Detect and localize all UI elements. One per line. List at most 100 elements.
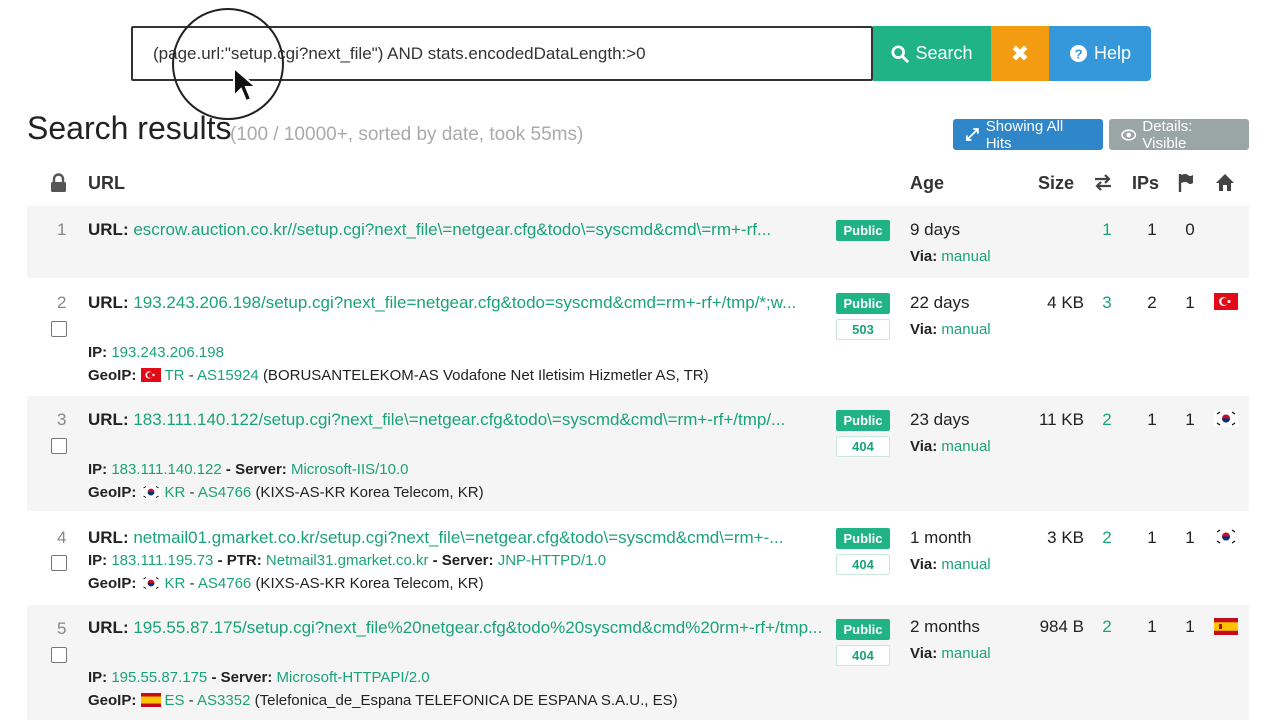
- server-link[interactable]: Microsoft-IIS/10.0: [291, 461, 409, 478]
- ip-link[interactable]: 195.55.87.175: [111, 669, 207, 686]
- via-label: Via:: [910, 645, 938, 662]
- url-link[interactable]: 193.243.206.198/setup.cgi?next_file=netg…: [133, 293, 796, 312]
- result-url[interactable]: URL: 193.243.206.198/setup.cgi?next_file…: [88, 289, 833, 316]
- geoip-label: GeoIP:: [88, 692, 137, 709]
- asn-link[interactable]: AS3352: [197, 692, 250, 709]
- showing-all-hits-button[interactable]: Showing All Hits: [953, 117, 1103, 152]
- via-link[interactable]: manual: [941, 556, 990, 573]
- server-label: - Server:: [211, 669, 273, 686]
- row-checkbox[interactable]: [51, 321, 67, 337]
- showing-all-hits-label: Showing All Hits: [985, 117, 1064, 152]
- asn-link[interactable]: AS4766: [198, 575, 251, 592]
- column-age[interactable]: Age: [910, 173, 944, 194]
- row-via: Via: manual: [910, 321, 991, 338]
- country-link[interactable]: KR: [165, 575, 186, 592]
- row-index: 5: [57, 619, 67, 638]
- separator: -: [188, 367, 194, 384]
- ptr-link[interactable]: Netmail31.gmarket.co.kr: [266, 552, 429, 569]
- close-icon: ✖: [1010, 40, 1030, 66]
- search-icon: [891, 44, 910, 63]
- table-row[interactable]: 5 URL: 195.55.87.175/setup.cgi?next_file…: [27, 605, 1249, 720]
- ip-label: IP:: [88, 552, 108, 569]
- country-link[interactable]: ES: [165, 692, 185, 709]
- row-requests[interactable]: 2: [1097, 410, 1117, 430]
- help-button[interactable]: ? Help: [1049, 26, 1151, 81]
- row-checkbox[interactable]: [51, 647, 67, 663]
- server-label: - Server:: [225, 461, 287, 478]
- separator: -: [189, 575, 195, 592]
- url-label: URL:: [88, 410, 129, 429]
- help-button-label: Help: [1093, 43, 1132, 63]
- column-url[interactable]: URL: [88, 173, 125, 194]
- asn-name: (BORUSANTELEKOM-AS Vodafone Net Iletisim…: [262, 367, 709, 384]
- result-url[interactable]: URL: 183.111.140.122/setup.cgi?next_file…: [88, 406, 833, 433]
- country-link[interactable]: TR: [165, 367, 185, 384]
- asn-link[interactable]: AS4766: [198, 484, 251, 501]
- table-row[interactable]: 3 URL: 183.111.140.122/setup.cgi?next_fi…: [27, 396, 1249, 511]
- row-ip-line: IP: 195.55.87.175 - Server: Microsoft-HT…: [88, 669, 430, 686]
- status-code-badge: 404: [836, 645, 890, 666]
- ip-link[interactable]: 183.111.140.122: [111, 461, 221, 478]
- flag-icon[interactable]: [1178, 173, 1194, 192]
- details-visible-label: Details: Visible: [1142, 117, 1193, 152]
- row-ip-line: IP: 183.111.195.73 - PTR: Netmail31.gmar…: [88, 552, 606, 569]
- row-requests[interactable]: 2: [1097, 617, 1117, 637]
- row-index: 1: [57, 220, 67, 239]
- public-badge: Public: [836, 619, 890, 640]
- row-index: 2: [57, 293, 67, 312]
- row-ips: 1: [1147, 220, 1157, 239]
- via-label: Via:: [910, 248, 938, 265]
- row-size: 3 KB: [1047, 528, 1084, 547]
- exchange-icon[interactable]: [1094, 174, 1112, 191]
- turkey-flag-icon: [140, 368, 161, 382]
- result-url[interactable]: URL: 195.55.87.175/setup.cgi?next_file%2…: [88, 614, 833, 641]
- row-via: Via: manual: [910, 248, 991, 265]
- korea-flag-icon: [1214, 528, 1238, 545]
- row-index: 3: [57, 410, 67, 429]
- korea-flag-icon: [1214, 410, 1238, 427]
- table-row[interactable]: 1 URL: escrow.auction.co.kr//setup.cgi?n…: [27, 206, 1249, 278]
- table-row[interactable]: 4 URL: netmail01.gmarket.co.kr/setup.cgi…: [27, 512, 1249, 604]
- url-link[interactable]: 183.111.140.122/setup.cgi?next_file\=net…: [133, 410, 785, 429]
- ip-link[interactable]: 183.111.195.73: [111, 552, 213, 569]
- country-link[interactable]: KR: [165, 484, 186, 501]
- results-summary: (100 / 10000+, sorted by date, took 55ms…: [230, 124, 584, 145]
- via-label: Via:: [910, 438, 938, 455]
- row-requests[interactable]: 2: [1097, 528, 1117, 548]
- server-link[interactable]: Microsoft-HTTPAPI/2.0: [277, 669, 430, 686]
- via-link[interactable]: manual: [941, 438, 990, 455]
- server-link[interactable]: JNP-HTTPD/1.0: [498, 552, 606, 569]
- via-link[interactable]: manual: [941, 248, 990, 265]
- home-icon[interactable]: [1215, 173, 1235, 192]
- search-button-label: Search: [915, 43, 973, 63]
- via-link[interactable]: manual: [941, 321, 990, 338]
- public-badge: Public: [836, 410, 890, 431]
- row-age: 2 months: [910, 617, 980, 636]
- via-label: Via:: [910, 556, 938, 573]
- asn-link[interactable]: AS15924: [197, 367, 259, 384]
- details-visible-button[interactable]: Details: Visible: [1109, 117, 1249, 152]
- url-link[interactable]: netmail01.gmarket.co.kr/setup.cgi?next_f…: [133, 528, 783, 547]
- url-label: URL:: [88, 293, 129, 312]
- via-link[interactable]: manual: [941, 645, 990, 662]
- mouse-pointer-icon: [233, 66, 259, 103]
- spain-flag-icon: [1214, 618, 1238, 635]
- row-checkbox[interactable]: [51, 438, 67, 454]
- clear-button[interactable]: ✖: [991, 26, 1049, 81]
- result-url[interactable]: URL: escrow.auction.co.kr//setup.cgi?nex…: [88, 216, 833, 243]
- url-link[interactable]: escrow.auction.co.kr//setup.cgi?next_fil…: [133, 220, 771, 239]
- public-badge: Public: [836, 220, 890, 241]
- row-checkbox[interactable]: [51, 555, 67, 571]
- row-size: 11 KB: [1038, 410, 1084, 429]
- search-button[interactable]: Search: [873, 26, 991, 81]
- column-size[interactable]: Size: [1038, 173, 1074, 194]
- result-url[interactable]: URL: netmail01.gmarket.co.kr/setup.cgi?n…: [88, 524, 833, 551]
- row-countries: 1: [1185, 617, 1195, 636]
- column-ips[interactable]: IPs: [1132, 173, 1159, 194]
- ip-label: IP:: [88, 344, 108, 361]
- table-row[interactable]: 2 URL: 193.243.206.198/setup.cgi?next_fi…: [27, 279, 1249, 395]
- url-link[interactable]: 195.55.87.175/setup.cgi?next_file%20netg…: [133, 618, 822, 637]
- row-requests[interactable]: 1: [1097, 220, 1117, 240]
- row-requests[interactable]: 3: [1097, 293, 1117, 313]
- ip-link[interactable]: 193.243.206.198: [111, 344, 224, 361]
